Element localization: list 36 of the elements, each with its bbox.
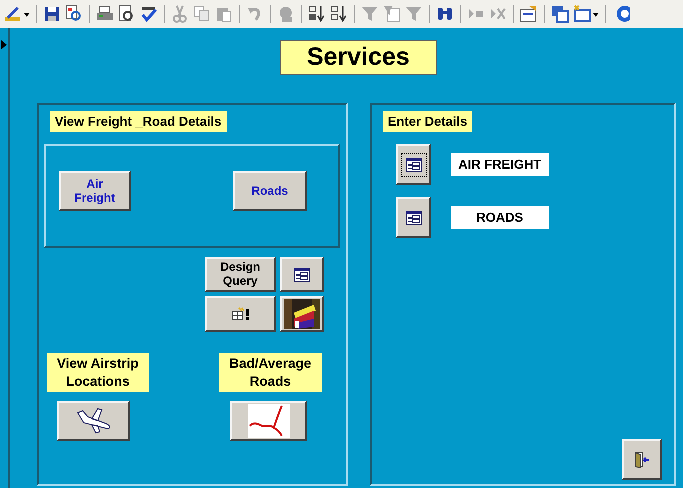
document-magnifier-icon[interactable] <box>65 5 83 23</box>
spelling-check-icon[interactable] <box>140 5 158 23</box>
section-heading: Enter Details <box>383 111 472 132</box>
properties-icon[interactable] <box>520 5 538 23</box>
airstrip-button[interactable] <box>57 401 130 442</box>
pencil-ruler-icon[interactable] <box>4 5 30 23</box>
view-button[interactable]: Air Freight <box>59 171 131 211</box>
open-form-button[interactable] <box>396 197 431 238</box>
sort-descending-icon[interactable] <box>330 5 348 23</box>
sort-ascending-icon[interactable] <box>308 5 326 23</box>
open-form-button[interactable] <box>280 257 324 292</box>
open-form-button[interactable] <box>396 144 431 185</box>
form-icon <box>406 210 422 224</box>
design-query-button[interactable]: Design Query <box>205 257 276 292</box>
button-caption: View Airstrip Locations <box>47 353 149 392</box>
windows-icon[interactable] <box>551 5 569 23</box>
entry-label: ROADS <box>451 206 549 229</box>
run-query-button[interactable] <box>205 296 276 332</box>
entry-label: AIR FREIGHT <box>451 153 549 176</box>
exit-button[interactable] <box>622 439 662 480</box>
door-exit-icon <box>634 452 650 468</box>
view-button[interactable]: Roads <box>233 171 307 211</box>
form-icon <box>406 158 422 172</box>
road-map-button[interactable] <box>230 401 307 442</box>
printer-icon[interactable] <box>96 5 114 23</box>
road-map-icon <box>248 404 290 438</box>
binoculars-icon[interactable] <box>436 5 454 23</box>
section-heading: View Freight _Road Details <box>50 111 227 132</box>
new-object-icon[interactable] <box>573 5 599 23</box>
form-icon <box>294 268 310 282</box>
run-query-icon <box>232 307 250 321</box>
form-title: Services <box>280 40 437 75</box>
image-button[interactable] <box>280 296 324 332</box>
page-magnifier-icon[interactable] <box>118 5 136 23</box>
button-caption: Bad/Average Roads <box>219 353 322 392</box>
record-pointer-icon <box>1 40 7 50</box>
